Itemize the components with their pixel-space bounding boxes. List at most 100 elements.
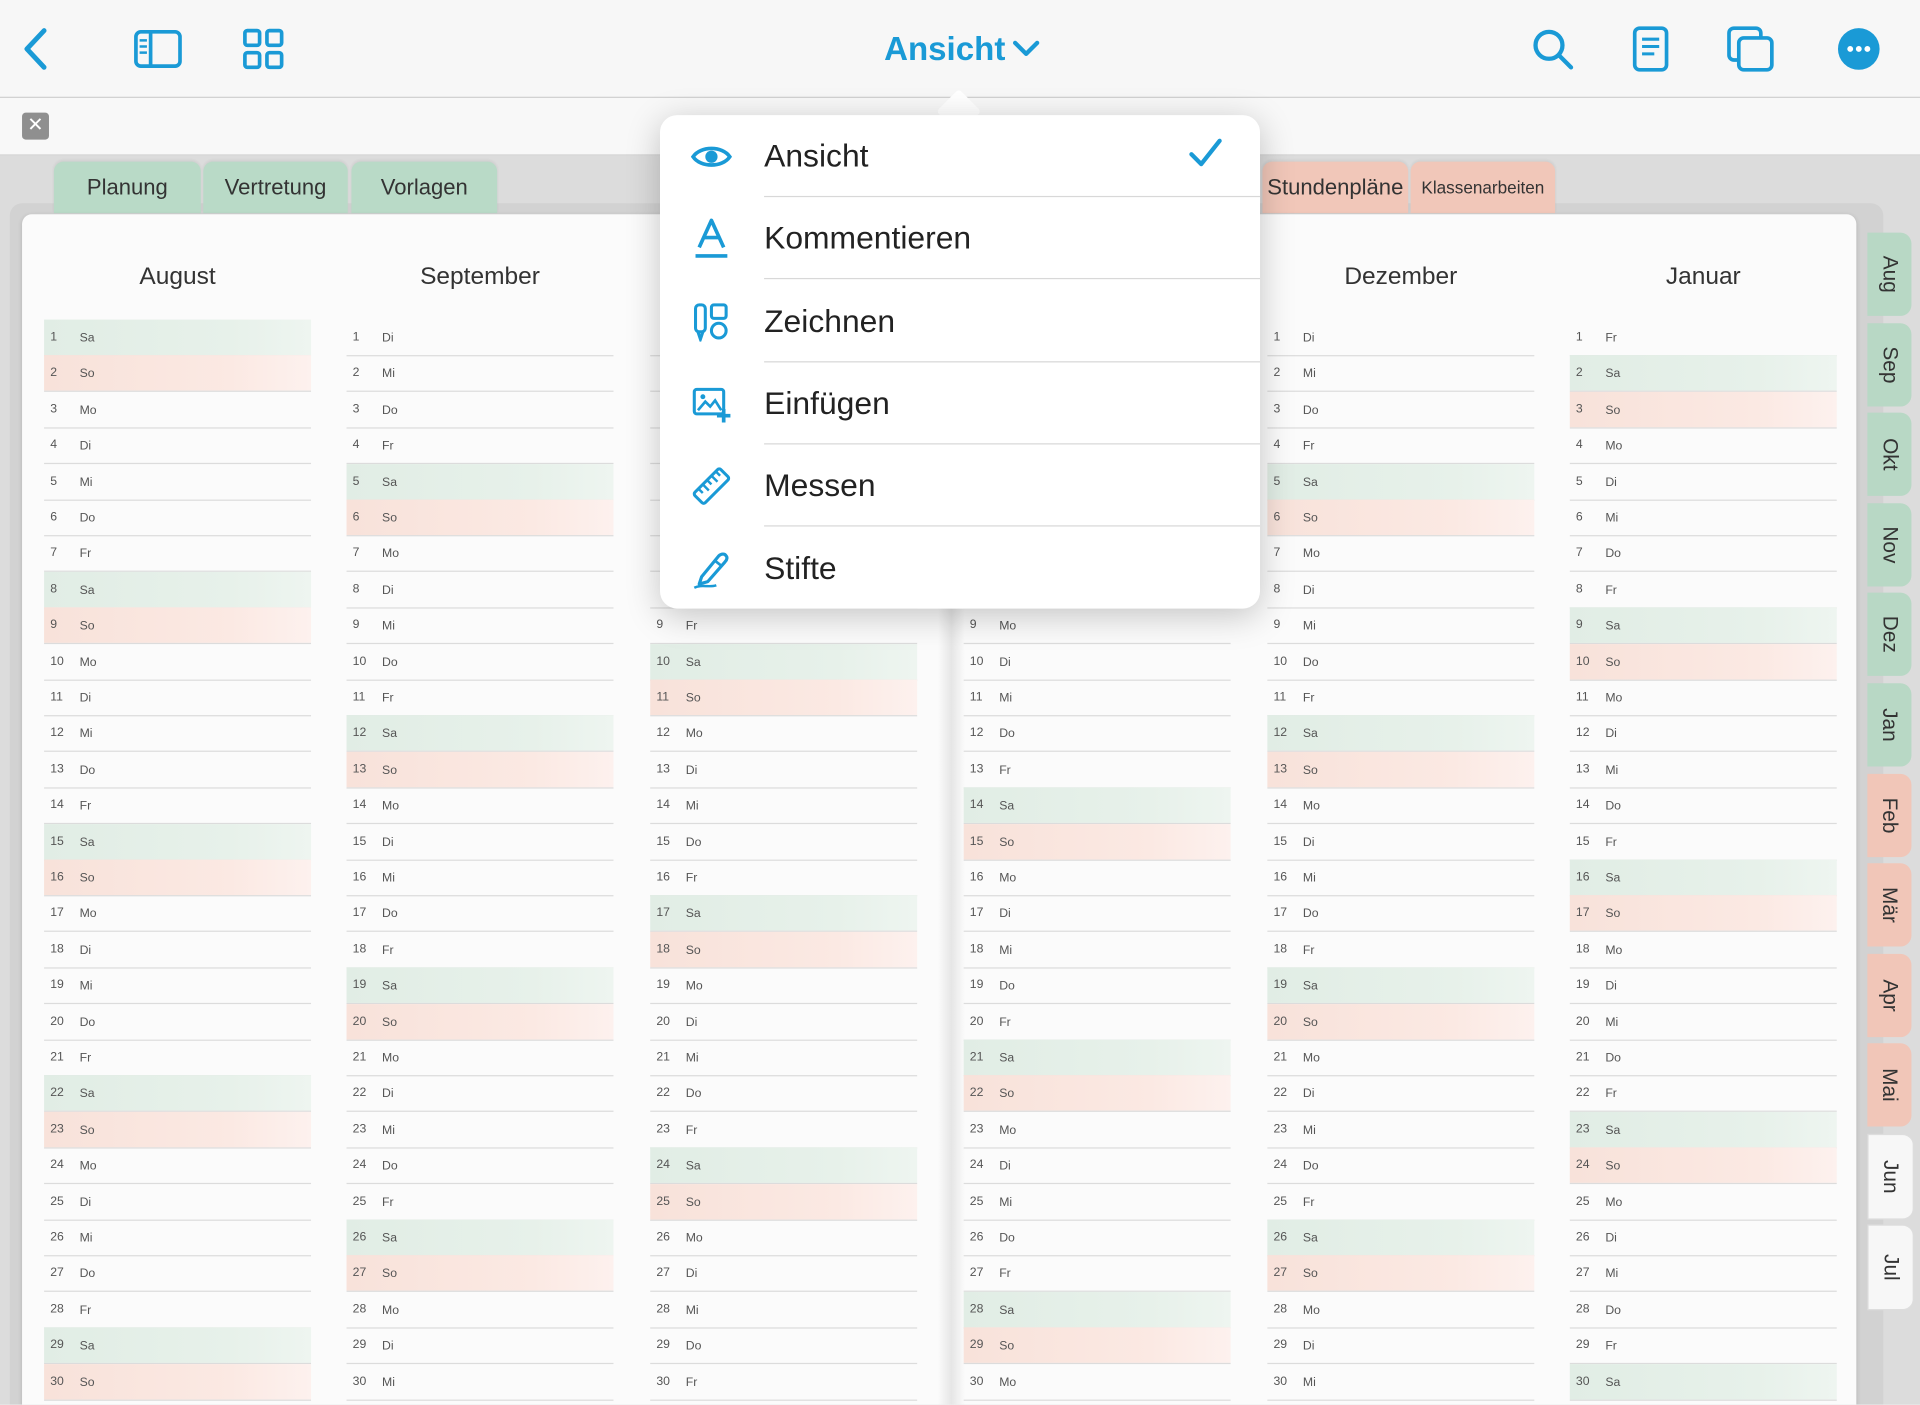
day-row[interactable]: 4 Fr <box>1267 428 1535 465</box>
day-row[interactable]: 3 So <box>1569 391 1837 429</box>
tab-vorlagen[interactable]: Vorlagen <box>351 161 498 214</box>
day-row[interactable]: 21 Mo <box>346 1040 614 1077</box>
day-row[interactable]: 13 So <box>346 751 614 789</box>
day-row[interactable]: 11 Fr <box>346 680 614 717</box>
day-row[interactable]: 16 Mi <box>346 860 614 897</box>
day-row[interactable]: 22 Do <box>650 1076 918 1113</box>
back-chevron-icon[interactable] <box>10 22 64 76</box>
day-row[interactable]: 15 Do <box>650 824 918 861</box>
day-row[interactable]: 3 Do <box>346 392 614 429</box>
day-row[interactable]: 14 Mo <box>1267 788 1535 825</box>
day-row[interactable]: 16 Fr <box>650 860 918 897</box>
day-row[interactable]: 10 Di <box>963 644 1231 681</box>
day-row[interactable]: 18 Di <box>44 932 312 969</box>
day-row[interactable]: 6 So <box>1267 499 1535 537</box>
day-row[interactable]: 20 Di <box>650 1004 918 1041</box>
day-row[interactable]: 30 Mi <box>1267 1364 1535 1401</box>
tab-planung[interactable]: Planung <box>53 161 201 214</box>
day-row[interactable]: 29 Do <box>650 1328 918 1365</box>
side-tab-month[interactable]: Jan <box>1867 683 1912 767</box>
day-row[interactable]: 9 Mi <box>346 608 614 645</box>
day-row[interactable]: 25 Fr <box>1267 1184 1535 1221</box>
day-row[interactable]: 26 Do <box>963 1220 1231 1257</box>
day-row[interactable]: 27 So <box>346 1255 614 1293</box>
day-row[interactable]: 12 Mi <box>44 716 312 753</box>
day-row[interactable]: 7 Fr <box>44 536 312 573</box>
day-row[interactable]: 5 Sa <box>1267 463 1535 501</box>
day-row[interactable]: 9 Mi <box>1267 608 1535 645</box>
day-row[interactable]: 12 Sa <box>1267 715 1535 753</box>
sidebar-icon[interactable] <box>131 22 185 76</box>
day-row[interactable]: 6 So <box>346 499 614 537</box>
day-row[interactable]: 26 Mi <box>44 1220 312 1257</box>
day-row[interactable]: 24 Do <box>346 1148 614 1185</box>
menu-item-ansicht[interactable]: Ansicht <box>660 115 1261 198</box>
day-row[interactable]: 9 Fr <box>650 608 918 645</box>
day-row[interactable]: 23 Mo <box>963 1112 1231 1149</box>
day-row[interactable]: 23 Fr <box>650 1112 918 1149</box>
day-row[interactable]: 13 Fr <box>963 752 1231 789</box>
day-row[interactable]: 2 Mi <box>346 356 614 393</box>
day-row[interactable]: 5 Di <box>1569 464 1837 501</box>
day-row[interactable]: 10 Do <box>1267 644 1535 681</box>
day-row[interactable]: 9 Mo <box>963 608 1231 645</box>
day-row[interactable]: 27 Mi <box>1569 1256 1837 1293</box>
day-row[interactable]: 24 Mo <box>44 1148 312 1185</box>
tab-vertretung[interactable]: Vertretung <box>203 161 348 214</box>
day-row[interactable]: 15 Di <box>346 824 614 861</box>
day-row[interactable]: 7 Do <box>1569 536 1837 573</box>
side-tab-month[interactable]: Jun <box>1867 1133 1914 1220</box>
day-row[interactable]: 29 Sa <box>44 1327 312 1365</box>
day-row[interactable]: 30 Fr <box>650 1364 918 1401</box>
day-row[interactable]: 27 Do <box>44 1256 312 1293</box>
day-row[interactable]: 26 Sa <box>1267 1219 1535 1257</box>
day-row[interactable]: 16 Mo <box>963 860 1231 897</box>
day-row[interactable]: 26 Di <box>1569 1220 1837 1257</box>
day-row[interactable]: 1 Di <box>1267 320 1535 357</box>
side-tab-month[interactable]: Aug <box>1867 232 1912 316</box>
search-icon[interactable] <box>1526 22 1580 76</box>
day-row[interactable]: 11 Di <box>44 680 312 717</box>
day-row[interactable]: 18 Mo <box>1569 932 1837 969</box>
day-row[interactable]: 14 Mi <box>650 788 918 825</box>
day-row[interactable]: 4 Mo <box>1569 428 1837 465</box>
side-tab-month[interactable]: Apr <box>1867 953 1912 1037</box>
day-row[interactable]: 22 Sa <box>44 1075 312 1113</box>
day-row[interactable]: 27 Di <box>650 1256 918 1293</box>
day-row[interactable]: 8 Sa <box>44 571 312 609</box>
side-tab-month[interactable]: Mär <box>1867 863 1912 947</box>
day-row[interactable]: 26 Sa <box>346 1219 614 1257</box>
day-row[interactable]: 30 Sa <box>1569 1363 1837 1401</box>
day-row[interactable]: 10 Sa <box>650 643 918 681</box>
day-row[interactable]: 8 Di <box>346 572 614 609</box>
day-row[interactable]: 28 Fr <box>44 1292 312 1329</box>
day-row[interactable]: 15 Fr <box>1569 824 1837 861</box>
day-row[interactable]: 17 Di <box>963 896 1231 933</box>
day-row[interactable]: 8 Di <box>1267 572 1535 609</box>
day-row[interactable]: 22 So <box>963 1075 1231 1113</box>
day-row[interactable]: 19 Mi <box>44 968 312 1005</box>
day-row[interactable]: 23 So <box>44 1111 312 1149</box>
day-row[interactable]: 5 Sa <box>346 463 614 501</box>
side-tab-month[interactable]: Feb <box>1867 773 1912 857</box>
day-row[interactable]: 13 Do <box>44 752 312 789</box>
day-row[interactable]: 10 So <box>1569 643 1837 681</box>
side-tab-month[interactable]: Sep <box>1867 322 1912 407</box>
close-icon[interactable]: ✕ <box>22 112 49 140</box>
day-row[interactable]: 17 Do <box>346 896 614 933</box>
day-row[interactable]: 16 Mi <box>1267 860 1535 897</box>
day-row[interactable]: 17 Do <box>1267 896 1535 933</box>
day-row[interactable]: 25 Mo <box>1569 1184 1837 1221</box>
day-row[interactable]: 29 Fr <box>1569 1328 1837 1365</box>
pages-icon[interactable] <box>1724 22 1778 76</box>
day-row[interactable]: 29 So <box>963 1327 1231 1365</box>
day-row[interactable]: 30 So <box>44 1363 312 1401</box>
day-row[interactable]: 1 Di <box>346 320 614 357</box>
day-row[interactable]: 26 Mo <box>650 1220 918 1257</box>
day-row[interactable]: 17 Sa <box>650 895 918 933</box>
view-mode-dropdown[interactable]: Ansicht <box>884 27 1040 71</box>
day-row[interactable]: 6 Do <box>44 500 312 537</box>
document-icon[interactable] <box>1624 22 1678 76</box>
day-row[interactable]: 18 Fr <box>1267 932 1535 969</box>
menu-item-kommentieren[interactable]: Kommentieren <box>660 198 1261 280</box>
